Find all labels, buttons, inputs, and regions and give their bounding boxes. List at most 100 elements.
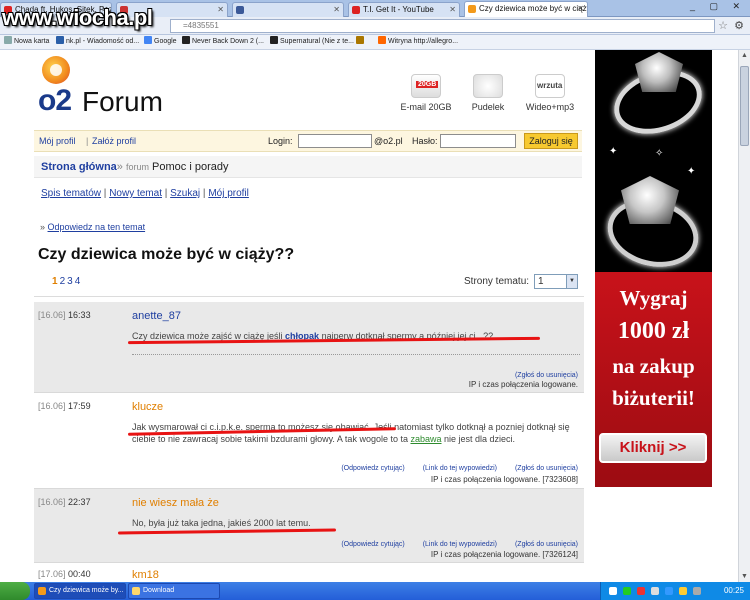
movie-icon: [182, 36, 190, 44]
tab-5-active[interactable]: Czy dziewica może być w ciąży ✕: [464, 1, 588, 17]
sparkle-icon: ✦: [609, 146, 618, 157]
post-author[interactable]: nie wiesz mała że: [132, 497, 219, 509]
tray-icon[interactable]: [623, 587, 631, 595]
ad-click-button[interactable]: Kliknij >>: [599, 433, 707, 463]
post-date: [17.06]: [38, 569, 66, 579]
scroll-down-icon[interactable]: ▼: [741, 573, 748, 580]
post-actions: (Zgłoś do usunięcia): [499, 372, 578, 379]
topics-list-link[interactable]: Spis tematów: [41, 188, 101, 199]
close-icon[interactable]: ✕: [449, 3, 456, 16]
new-topic-link[interactable]: Nowy temat: [109, 188, 162, 199]
tray-icon[interactable]: [637, 587, 645, 595]
post-hour: 00:40: [68, 569, 91, 579]
login-input[interactable]: [298, 134, 372, 148]
my-profile-nav-link[interactable]: Mój profil: [208, 188, 249, 199]
bookmark-7[interactable]: Witryna http://allegro...: [378, 35, 458, 49]
logo-forum: Forum: [82, 86, 163, 117]
tab-3[interactable]: ✕: [232, 2, 344, 17]
report-link[interactable]: (Zgłoś do usunięcia): [515, 465, 578, 472]
message-link[interactable]: zabawa: [410, 434, 441, 444]
post-message: No, była już taka jedna, jakieś 2000 lat…: [132, 517, 572, 529]
close-icon[interactable]: ✕: [333, 3, 340, 16]
tab-4[interactable]: T.I. Get It - YouTube ✕: [348, 2, 460, 17]
post: [16.06] 16:33 anette_87 Czy dziewica moż…: [34, 302, 584, 392]
logo-o2: o2: [38, 84, 72, 117]
service-wrzuta[interactable]: wrzuta Wideo+mp3: [520, 74, 580, 112]
ad-line-3: na zakup: [612, 354, 695, 378]
password-input[interactable]: [440, 134, 516, 148]
close-icon[interactable]: ✕: [217, 3, 224, 16]
divider: [34, 296, 584, 297]
report-link[interactable]: (Zgłoś do usunięcia): [515, 541, 578, 548]
reply-prefix: »: [40, 222, 46, 232]
reply-topic-link[interactable]: Odpowiedz na ten temat: [48, 222, 146, 232]
sparkle-icon: ✧: [655, 148, 664, 159]
window-controls[interactable]: _ ▢ ✕: [690, 1, 746, 12]
bookmark-6[interactable]: [356, 35, 366, 49]
post-hour: 22:37: [68, 497, 91, 507]
scroll-thumb[interactable]: [740, 66, 749, 146]
breadcrumb-home[interactable]: Strona główna: [41, 161, 117, 173]
ip-note: IP i czas połączenia logowane. [7326124]: [430, 550, 578, 559]
bookmark-5[interactable]: Supernatural (Nie z te...: [270, 35, 354, 49]
url-input[interactable]: =4835551: [170, 19, 715, 33]
wrench-icon[interactable]: ⚙: [734, 19, 744, 32]
breadcrumb-section[interactable]: Pomoc i porady: [152, 161, 228, 173]
permalink-link[interactable]: (Link do tej wypowiedzi): [423, 541, 497, 548]
post-author[interactable]: klucze: [132, 401, 163, 413]
post-date: [16.06]: [38, 497, 66, 507]
tray-icon[interactable]: [609, 587, 617, 595]
tray-icon[interactable]: [679, 587, 687, 595]
search-link[interactable]: Szukaj: [170, 188, 200, 199]
bookmarks-bar: Nowa karta nk.pl - Wiadomość od... Googl…: [0, 35, 750, 50]
post-time: [17.06] 00:40: [38, 569, 91, 579]
pudelek-icon: [473, 74, 503, 98]
google-icon: [144, 36, 152, 44]
o2-forum-logo[interactable]: o2 Forum: [38, 56, 198, 117]
ad-line-4: biżuterii!: [612, 386, 695, 410]
wrzuta-icon: wrzuta: [535, 74, 565, 98]
post-author[interactable]: anette_87: [132, 310, 181, 322]
bookmark-1[interactable]: Nowa karta: [4, 35, 49, 49]
bookmark-4[interactable]: Never Back Down 2 (...: [182, 35, 264, 49]
bookmark-label: Nowa karta: [14, 38, 50, 45]
bookmark-2[interactable]: nk.pl - Wiadomość od...: [56, 35, 139, 49]
post-time: [16.06] 16:33: [38, 310, 91, 320]
page-link[interactable]: 4: [75, 276, 81, 287]
create-profile-link[interactable]: Załóż profil: [92, 131, 136, 151]
topic-title: Czy dziewica może być w ciąży??: [38, 246, 295, 263]
vertical-scrollbar[interactable]: ▲ ▼: [738, 50, 750, 582]
star-icon[interactable]: ☆: [718, 19, 728, 32]
page-dropdown-value: 1: [538, 276, 544, 287]
service-pudelek[interactable]: Pudelek: [458, 74, 518, 112]
page-link[interactable]: 2: [60, 276, 66, 287]
jewelry-ad-banner[interactable]: ✦ ✦ ✧ Wygraj 1000 zł na zakup biżuterii!…: [595, 50, 712, 487]
service-email[interactable]: 20GB E-mail 20GB: [396, 74, 456, 112]
reply-quote-link[interactable]: (Odpowiedz cytując): [341, 465, 404, 472]
scroll-up-icon[interactable]: ▲: [741, 52, 748, 59]
wrzuta-badge: wrzuta: [537, 81, 563, 90]
start-button[interactable]: [0, 582, 30, 600]
task-browser[interactable]: Czy dziewica może by...: [34, 583, 126, 599]
tray-icon[interactable]: [665, 587, 673, 595]
login-button[interactable]: Zaloguj się: [524, 133, 578, 149]
my-profile-link[interactable]: Mój profil: [39, 131, 76, 151]
bookmark-label: Supernatural (Nie z te...: [280, 38, 354, 45]
tray-icon[interactable]: [651, 587, 659, 595]
tab-4-label: T.I. Get It - YouTube: [363, 5, 434, 14]
post-author[interactable]: km18: [132, 569, 159, 581]
close-icon[interactable]: ✕: [577, 2, 584, 15]
task-download[interactable]: Download: [128, 583, 220, 599]
reply-quote-link[interactable]: (Odpowiedz cytując): [341, 541, 404, 548]
ad-line-2: 1000 zł: [617, 318, 690, 344]
chevron-down-icon: ▼: [566, 275, 577, 288]
page-link[interactable]: 3: [67, 276, 73, 287]
bookmark-3[interactable]: Google: [144, 35, 177, 49]
subnav: Spis tematów | Nowy temat | Szukaj | Mój…: [41, 188, 249, 199]
page-dropdown[interactable]: 1 ▼: [534, 274, 578, 289]
tray-icon[interactable]: [693, 587, 701, 595]
permalink-link[interactable]: (Link do tej wypowiedzi): [423, 465, 497, 472]
system-tray: 00:25: [600, 582, 750, 600]
report-link[interactable]: (Zgłoś do usunięcia): [515, 372, 578, 379]
allegro-icon: [378, 36, 386, 44]
